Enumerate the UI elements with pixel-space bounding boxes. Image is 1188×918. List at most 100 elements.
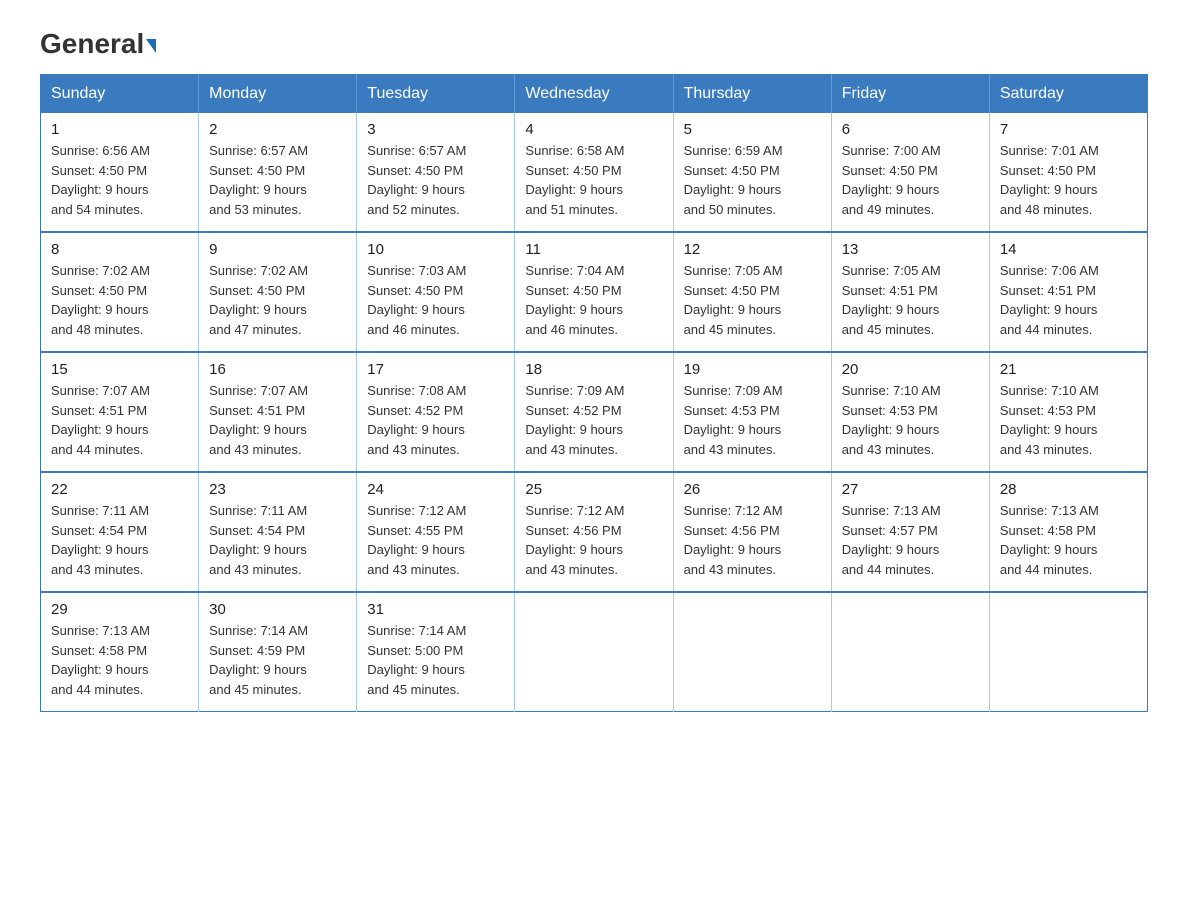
day-number: 17 [367, 361, 504, 378]
day-number: 16 [209, 361, 346, 378]
day-info: Sunrise: 7:04 AMSunset: 4:50 PMDaylight:… [525, 263, 624, 337]
col-header-thursday: Thursday [673, 75, 831, 114]
calendar-cell [989, 592, 1147, 712]
calendar-cell: 18 Sunrise: 7:09 AMSunset: 4:52 PMDaylig… [515, 352, 673, 472]
calendar-week-row: 1 Sunrise: 6:56 AMSunset: 4:50 PMDayligh… [41, 113, 1148, 232]
day-info: Sunrise: 7:00 AMSunset: 4:50 PMDaylight:… [842, 143, 941, 217]
day-number: 24 [367, 481, 504, 498]
calendar-table: SundayMondayTuesdayWednesdayThursdayFrid… [40, 74, 1148, 712]
day-number: 4 [525, 121, 662, 138]
day-info: Sunrise: 7:10 AMSunset: 4:53 PMDaylight:… [842, 383, 941, 457]
col-header-wednesday: Wednesday [515, 75, 673, 114]
day-number: 27 [842, 481, 979, 498]
calendar-cell: 2 Sunrise: 6:57 AMSunset: 4:50 PMDayligh… [199, 113, 357, 232]
logo-text: General [40, 30, 156, 58]
day-number: 23 [209, 481, 346, 498]
day-number: 13 [842, 241, 979, 258]
calendar-cell: 7 Sunrise: 7:01 AMSunset: 4:50 PMDayligh… [989, 113, 1147, 232]
calendar-cell: 1 Sunrise: 6:56 AMSunset: 4:50 PMDayligh… [41, 113, 199, 232]
day-number: 14 [1000, 241, 1137, 258]
calendar-cell [673, 592, 831, 712]
calendar-cell: 5 Sunrise: 6:59 AMSunset: 4:50 PMDayligh… [673, 113, 831, 232]
calendar-cell: 23 Sunrise: 7:11 AMSunset: 4:54 PMDaylig… [199, 472, 357, 592]
logo-triangle-icon [146, 39, 156, 53]
day-info: Sunrise: 7:13 AMSunset: 4:58 PMDaylight:… [1000, 503, 1099, 577]
calendar-cell: 25 Sunrise: 7:12 AMSunset: 4:56 PMDaylig… [515, 472, 673, 592]
day-info: Sunrise: 7:07 AMSunset: 4:51 PMDaylight:… [51, 383, 150, 457]
day-info: Sunrise: 7:03 AMSunset: 4:50 PMDaylight:… [367, 263, 466, 337]
day-info: Sunrise: 7:11 AMSunset: 4:54 PMDaylight:… [51, 503, 149, 577]
day-info: Sunrise: 7:11 AMSunset: 4:54 PMDaylight:… [209, 503, 307, 577]
calendar-cell: 3 Sunrise: 6:57 AMSunset: 4:50 PMDayligh… [357, 113, 515, 232]
day-info: Sunrise: 7:13 AMSunset: 4:58 PMDaylight:… [51, 623, 150, 697]
day-info: Sunrise: 6:58 AMSunset: 4:50 PMDaylight:… [525, 143, 624, 217]
col-header-tuesday: Tuesday [357, 75, 515, 114]
calendar-cell: 17 Sunrise: 7:08 AMSunset: 4:52 PMDaylig… [357, 352, 515, 472]
day-number: 8 [51, 241, 188, 258]
day-info: Sunrise: 6:56 AMSunset: 4:50 PMDaylight:… [51, 143, 150, 217]
day-number: 9 [209, 241, 346, 258]
day-info: Sunrise: 7:02 AMSunset: 4:50 PMDaylight:… [51, 263, 150, 337]
calendar-cell: 9 Sunrise: 7:02 AMSunset: 4:50 PMDayligh… [199, 232, 357, 352]
day-info: Sunrise: 7:12 AMSunset: 4:55 PMDaylight:… [367, 503, 466, 577]
calendar-cell: 11 Sunrise: 7:04 AMSunset: 4:50 PMDaylig… [515, 232, 673, 352]
calendar-cell: 22 Sunrise: 7:11 AMSunset: 4:54 PMDaylig… [41, 472, 199, 592]
day-info: Sunrise: 7:05 AMSunset: 4:51 PMDaylight:… [842, 263, 941, 337]
calendar-cell: 13 Sunrise: 7:05 AMSunset: 4:51 PMDaylig… [831, 232, 989, 352]
calendar-week-row: 15 Sunrise: 7:07 AMSunset: 4:51 PMDaylig… [41, 352, 1148, 472]
day-number: 1 [51, 121, 188, 138]
col-header-saturday: Saturday [989, 75, 1147, 114]
col-header-sunday: Sunday [41, 75, 199, 114]
day-number: 2 [209, 121, 346, 138]
day-number: 30 [209, 601, 346, 618]
calendar-cell: 4 Sunrise: 6:58 AMSunset: 4:50 PMDayligh… [515, 113, 673, 232]
day-info: Sunrise: 7:01 AMSunset: 4:50 PMDaylight:… [1000, 143, 1099, 217]
day-number: 7 [1000, 121, 1137, 138]
day-info: Sunrise: 7:08 AMSunset: 4:52 PMDaylight:… [367, 383, 466, 457]
day-number: 31 [367, 601, 504, 618]
calendar-header-row: SundayMondayTuesdayWednesdayThursdayFrid… [41, 75, 1148, 114]
day-number: 5 [684, 121, 821, 138]
calendar-cell: 10 Sunrise: 7:03 AMSunset: 4:50 PMDaylig… [357, 232, 515, 352]
calendar-cell: 14 Sunrise: 7:06 AMSunset: 4:51 PMDaylig… [989, 232, 1147, 352]
calendar-cell: 19 Sunrise: 7:09 AMSunset: 4:53 PMDaylig… [673, 352, 831, 472]
calendar-cell: 20 Sunrise: 7:10 AMSunset: 4:53 PMDaylig… [831, 352, 989, 472]
day-number: 12 [684, 241, 821, 258]
day-number: 3 [367, 121, 504, 138]
calendar-cell: 21 Sunrise: 7:10 AMSunset: 4:53 PMDaylig… [989, 352, 1147, 472]
day-number: 29 [51, 601, 188, 618]
calendar-cell [515, 592, 673, 712]
calendar-week-row: 8 Sunrise: 7:02 AMSunset: 4:50 PMDayligh… [41, 232, 1148, 352]
day-info: Sunrise: 7:07 AMSunset: 4:51 PMDaylight:… [209, 383, 308, 457]
calendar-cell: 28 Sunrise: 7:13 AMSunset: 4:58 PMDaylig… [989, 472, 1147, 592]
day-info: Sunrise: 6:57 AMSunset: 4:50 PMDaylight:… [367, 143, 466, 217]
logo: General [40, 30, 156, 56]
page-header: General [40, 30, 1148, 56]
calendar-cell: 6 Sunrise: 7:00 AMSunset: 4:50 PMDayligh… [831, 113, 989, 232]
day-number: 18 [525, 361, 662, 378]
calendar-cell: 24 Sunrise: 7:12 AMSunset: 4:55 PMDaylig… [357, 472, 515, 592]
day-info: Sunrise: 7:02 AMSunset: 4:50 PMDaylight:… [209, 263, 308, 337]
day-number: 11 [525, 241, 662, 258]
day-info: Sunrise: 7:06 AMSunset: 4:51 PMDaylight:… [1000, 263, 1099, 337]
calendar-week-row: 29 Sunrise: 7:13 AMSunset: 4:58 PMDaylig… [41, 592, 1148, 712]
day-number: 19 [684, 361, 821, 378]
day-number: 22 [51, 481, 188, 498]
day-number: 28 [1000, 481, 1137, 498]
calendar-cell: 8 Sunrise: 7:02 AMSunset: 4:50 PMDayligh… [41, 232, 199, 352]
day-number: 26 [684, 481, 821, 498]
calendar-week-row: 22 Sunrise: 7:11 AMSunset: 4:54 PMDaylig… [41, 472, 1148, 592]
calendar-cell: 29 Sunrise: 7:13 AMSunset: 4:58 PMDaylig… [41, 592, 199, 712]
day-info: Sunrise: 7:10 AMSunset: 4:53 PMDaylight:… [1000, 383, 1099, 457]
day-info: Sunrise: 7:12 AMSunset: 4:56 PMDaylight:… [684, 503, 783, 577]
day-info: Sunrise: 7:14 AMSunset: 5:00 PMDaylight:… [367, 623, 466, 697]
calendar-cell: 26 Sunrise: 7:12 AMSunset: 4:56 PMDaylig… [673, 472, 831, 592]
calendar-cell: 16 Sunrise: 7:07 AMSunset: 4:51 PMDaylig… [199, 352, 357, 472]
col-header-monday: Monday [199, 75, 357, 114]
day-number: 25 [525, 481, 662, 498]
day-info: Sunrise: 7:13 AMSunset: 4:57 PMDaylight:… [842, 503, 941, 577]
day-info: Sunrise: 7:09 AMSunset: 4:52 PMDaylight:… [525, 383, 624, 457]
calendar-cell: 12 Sunrise: 7:05 AMSunset: 4:50 PMDaylig… [673, 232, 831, 352]
day-number: 10 [367, 241, 504, 258]
calendar-cell: 27 Sunrise: 7:13 AMSunset: 4:57 PMDaylig… [831, 472, 989, 592]
